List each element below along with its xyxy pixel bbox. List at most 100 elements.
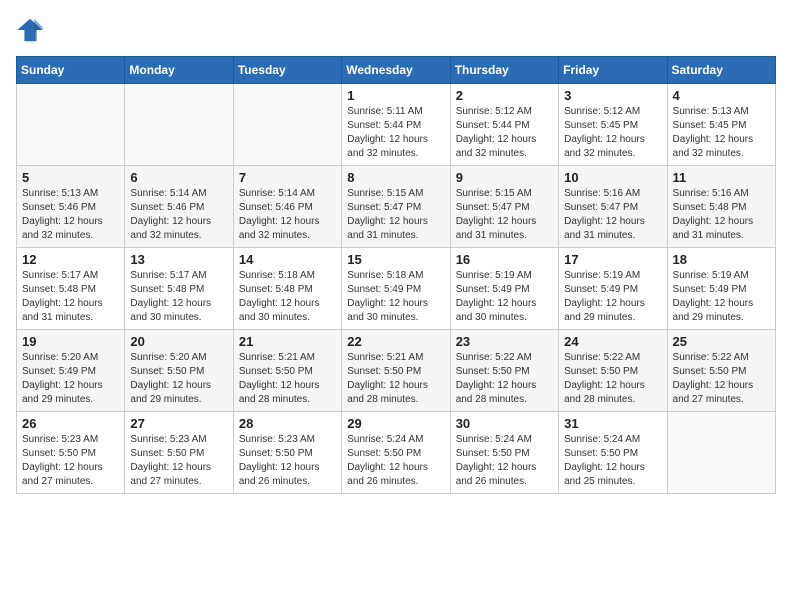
calendar-cell: 24 Sunrise: 5:22 AM Sunset: 5:50 PM Dayli…	[559, 330, 667, 412]
day-number: 21	[239, 334, 336, 349]
calendar-cell: 26Sunrise: 5:23 AM Sunset: 5:50 PM Dayli…	[17, 412, 125, 494]
day-info: Sunrise: 5:22 AM Sunset: 5:50 PM Dayligh…	[673, 351, 770, 407]
calendar-cell: 5 Sunrise: 5:13 AM Sunset: 5:46 PM Daylig…	[17, 166, 125, 248]
day-number: 27	[130, 416, 227, 431]
day-info: Sunrise: 5:21 AM Sunset: 5:50 PM Dayligh…	[347, 351, 444, 407]
calendar-cell: 18 Sunrise: 5:19 AM Sunset: 5:49 PM Dayli…	[667, 248, 775, 330]
day-info: Sunrise: 5:24 AM Sunset: 5:50 PM Dayligh…	[564, 433, 661, 489]
day-number: 9	[456, 170, 553, 185]
calendar-week-row: 1Sunrise: 5:11 AM Sunset: 5:44 PM Daylig…	[17, 84, 776, 166]
day-info: Sunrise: 5:23 AM Sunset: 5:50 PM Dayligh…	[239, 433, 336, 489]
day-number: 23	[456, 334, 553, 349]
calendar-cell: 19 Sunrise: 5:20 AM Sunset: 5:49 PM Dayli…	[17, 330, 125, 412]
day-info: Sunrise: 5:23 AM Sunset: 5:50 PM Dayligh…	[130, 433, 227, 489]
day-number: 17	[564, 252, 661, 267]
day-number: 28	[239, 416, 336, 431]
calendar-cell: 7 Sunrise: 5:14 AM Sunset: 5:46 PM Daylig…	[233, 166, 341, 248]
day-number: 13	[130, 252, 227, 267]
day-info: Sunrise: 5:14 AM Sunset: 5:46 PM Dayligh…	[239, 187, 336, 243]
day-info: Sunrise: 5:17 AM Sunset: 5:48 PM Dayligh…	[130, 269, 227, 325]
day-number: 1	[347, 88, 444, 103]
day-number: 8	[347, 170, 444, 185]
day-info: Sunrise: 5:15 AM Sunset: 5:47 PM Dayligh…	[456, 187, 553, 243]
calendar-cell	[17, 84, 125, 166]
calendar-cell: 12 Sunrise: 5:17 AM Sunset: 5:48 PM Dayli…	[17, 248, 125, 330]
calendar-cell: 16 Sunrise: 5:19 AM Sunset: 5:49 PM Dayli…	[450, 248, 558, 330]
calendar-cell: 15Sunrise: 5:18 AM Sunset: 5:49 PM Dayli…	[342, 248, 450, 330]
weekday-header-friday: Friday	[559, 57, 667, 84]
day-number: 7	[239, 170, 336, 185]
calendar-cell: 11 Sunrise: 5:16 AM Sunset: 5:48 PM Dayli…	[667, 166, 775, 248]
calendar-week-row: 5 Sunrise: 5:13 AM Sunset: 5:46 PM Daylig…	[17, 166, 776, 248]
day-info: Sunrise: 5:21 AM Sunset: 5:50 PM Dayligh…	[239, 351, 336, 407]
day-number: 31	[564, 416, 661, 431]
day-number: 20	[130, 334, 227, 349]
weekday-header-tuesday: Tuesday	[233, 57, 341, 84]
day-number: 29	[347, 416, 444, 431]
calendar-cell: 20Sunrise: 5:20 AM Sunset: 5:50 PM Dayli…	[125, 330, 233, 412]
calendar-cell: 14 Sunrise: 5:18 AM Sunset: 5:48 PM Dayli…	[233, 248, 341, 330]
calendar-cell: 23 Sunrise: 5:22 AM Sunset: 5:50 PM Dayli…	[450, 330, 558, 412]
logo-icon	[16, 16, 44, 44]
day-info: Sunrise: 5:19 AM Sunset: 5:49 PM Dayligh…	[564, 269, 661, 325]
calendar-table: SundayMondayTuesdayWednesdayThursdayFrid…	[16, 56, 776, 494]
calendar-cell: 9 Sunrise: 5:15 AM Sunset: 5:47 PM Daylig…	[450, 166, 558, 248]
day-info: Sunrise: 5:16 AM Sunset: 5:48 PM Dayligh…	[673, 187, 770, 243]
day-number: 16	[456, 252, 553, 267]
calendar-cell: 27 Sunrise: 5:23 AM Sunset: 5:50 PM Dayli…	[125, 412, 233, 494]
logo	[16, 16, 50, 44]
day-info: Sunrise: 5:18 AM Sunset: 5:49 PM Dayligh…	[347, 269, 444, 325]
day-info: Sunrise: 5:17 AM Sunset: 5:48 PM Dayligh…	[22, 269, 119, 325]
day-info: Sunrise: 5:14 AM Sunset: 5:46 PM Dayligh…	[130, 187, 227, 243]
calendar-cell	[125, 84, 233, 166]
day-number: 22	[347, 334, 444, 349]
day-number: 11	[673, 170, 770, 185]
day-info: Sunrise: 5:19 AM Sunset: 5:49 PM Dayligh…	[456, 269, 553, 325]
day-info: Sunrise: 5:18 AM Sunset: 5:48 PM Dayligh…	[239, 269, 336, 325]
calendar-cell: 8 Sunrise: 5:15 AM Sunset: 5:47 PM Daylig…	[342, 166, 450, 248]
day-info: Sunrise: 5:15 AM Sunset: 5:47 PM Dayligh…	[347, 187, 444, 243]
day-number: 18	[673, 252, 770, 267]
calendar-cell: 31 Sunrise: 5:24 AM Sunset: 5:50 PM Dayli…	[559, 412, 667, 494]
day-number: 25	[673, 334, 770, 349]
calendar-cell: 4 Sunrise: 5:13 AM Sunset: 5:45 PM Daylig…	[667, 84, 775, 166]
calendar-cell: 22 Sunrise: 5:21 AM Sunset: 5:50 PM Dayli…	[342, 330, 450, 412]
day-number: 5	[22, 170, 119, 185]
day-info: Sunrise: 5:13 AM Sunset: 5:45 PM Dayligh…	[673, 105, 770, 161]
day-number: 26	[22, 416, 119, 431]
day-number: 14	[239, 252, 336, 267]
day-number: 3	[564, 88, 661, 103]
day-number: 19	[22, 334, 119, 349]
day-info: Sunrise: 5:13 AM Sunset: 5:46 PM Dayligh…	[22, 187, 119, 243]
weekday-row: SundayMondayTuesdayWednesdayThursdayFrid…	[17, 57, 776, 84]
day-info: Sunrise: 5:12 AM Sunset: 5:45 PM Dayligh…	[564, 105, 661, 161]
day-number: 30	[456, 416, 553, 431]
calendar-cell: 17 Sunrise: 5:19 AM Sunset: 5:49 PM Dayli…	[559, 248, 667, 330]
day-info: Sunrise: 5:12 AM Sunset: 5:44 PM Dayligh…	[456, 105, 553, 161]
day-info: Sunrise: 5:22 AM Sunset: 5:50 PM Dayligh…	[564, 351, 661, 407]
weekday-header-monday: Monday	[125, 57, 233, 84]
calendar-week-row: 12 Sunrise: 5:17 AM Sunset: 5:48 PM Dayli…	[17, 248, 776, 330]
calendar-cell: 2 Sunrise: 5:12 AM Sunset: 5:44 PM Daylig…	[450, 84, 558, 166]
day-info: Sunrise: 5:19 AM Sunset: 5:49 PM Dayligh…	[673, 269, 770, 325]
day-number: 24	[564, 334, 661, 349]
calendar-week-row: 26 Sunrise: 5:23 AM Sunset: 5:50 PM Dayli…	[17, 412, 776, 494]
calendar-header: SundayMondayTuesdayWednesdayThursdayFrid…	[17, 57, 776, 84]
day-info: Sunrise: 5:16 AM Sunset: 5:47 PM Dayligh…	[564, 187, 661, 243]
day-number: 2	[456, 88, 553, 103]
weekday-header-wednesday: Wednesday	[342, 57, 450, 84]
day-number: 12	[22, 252, 119, 267]
calendar-body: 1Sunrise: 5:11 AM Sunset: 5:44 PM Daylig…	[17, 84, 776, 494]
day-number: 4	[673, 88, 770, 103]
weekday-header-sunday: Sunday	[17, 57, 125, 84]
calendar-cell: 6Sunrise: 5:14 AM Sunset: 5:46 PM Daylig…	[125, 166, 233, 248]
calendar-cell: 13 Sunrise: 5:17 AM Sunset: 5:48 PM Dayli…	[125, 248, 233, 330]
calendar-cell	[233, 84, 341, 166]
page-header	[16, 16, 776, 44]
calendar-week-row: 19 Sunrise: 5:20 AM Sunset: 5:49 PM Dayli…	[17, 330, 776, 412]
calendar-cell: 1Sunrise: 5:11 AM Sunset: 5:44 PM Daylig…	[342, 84, 450, 166]
day-info: Sunrise: 5:20 AM Sunset: 5:49 PM Dayligh…	[22, 351, 119, 407]
day-info: Sunrise: 5:22 AM Sunset: 5:50 PM Dayligh…	[456, 351, 553, 407]
calendar-cell: 21 Sunrise: 5:21 AM Sunset: 5:50 PM Dayli…	[233, 330, 341, 412]
weekday-header-thursday: Thursday	[450, 57, 558, 84]
